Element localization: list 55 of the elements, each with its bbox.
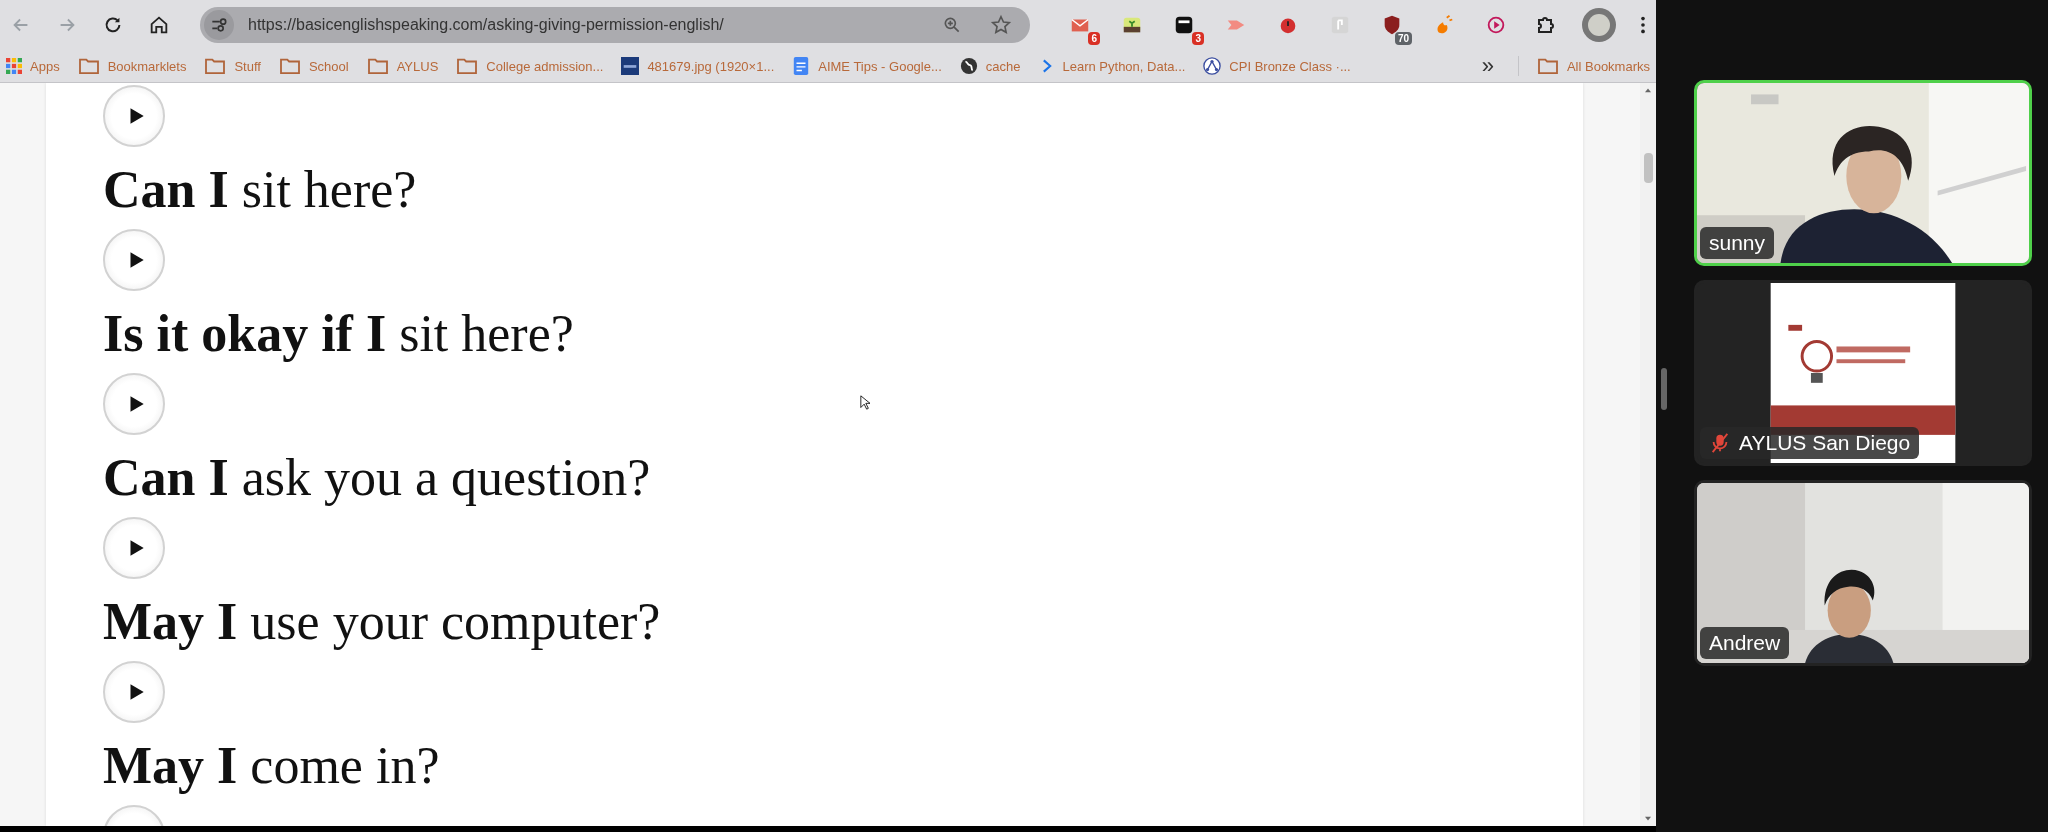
apps-grid-icon <box>6 58 22 74</box>
count-badge: 70 <box>1394 32 1412 45</box>
folder-icon <box>456 57 479 75</box>
example-sentence: Can I sit here? <box>103 160 417 220</box>
scroll-thumb[interactable] <box>1643 153 1653 183</box>
home-icon[interactable] <box>148 14 170 36</box>
globe-icon <box>959 57 978 75</box>
participant-name: Andrew <box>1709 631 1781 655</box>
zoom-icon[interactable] <box>942 15 962 35</box>
folder-icon <box>77 57 100 75</box>
bookmark-item[interactable]: Stuff <box>204 57 261 75</box>
extension-button[interactable]: 3 <box>1164 5 1204 45</box>
participant-name: AYLUS San Diego <box>1739 431 1911 455</box>
image-icon <box>621 57 640 75</box>
square-icon <box>1173 14 1195 36</box>
example-sentence: May I come in? <box>103 736 440 796</box>
cursor-icon <box>860 395 870 410</box>
bookmark-item[interactable]: Bookmarklets <box>77 57 187 75</box>
scrollbar[interactable] <box>1640 83 1656 826</box>
scroll-down-icon[interactable] <box>1644 816 1652 822</box>
address-bar[interactable]: https://basicenglishspeaking.com/asking-giving-permission-english/ <box>200 7 1030 43</box>
participant-name: sunny <box>1709 231 1766 255</box>
resize-handle[interactable] <box>1661 368 1667 410</box>
scroll-up-icon[interactable] <box>1644 87 1652 93</box>
count-badge: 6 <box>1088 32 1100 45</box>
example-sentence: Can I ask you a question? <box>103 448 651 508</box>
bookmark-item[interactable]: AYLUS <box>366 57 439 75</box>
star-icon[interactable] <box>990 14 1012 36</box>
bookmark-item[interactable]: Learn Python, Data... <box>1038 57 1186 75</box>
bookmark-item[interactable]: cache <box>959 57 1021 75</box>
folder-icon <box>204 57 227 75</box>
bookmark-item[interactable]: School <box>278 57 349 75</box>
all-bookmarks-item[interactable]: All Bookmarks <box>1536 57 1650 75</box>
network-icon <box>1203 57 1222 75</box>
bookmark-item[interactable]: College admission... <box>456 57 604 75</box>
bookmark-item[interactable]: 481679.jpg (1920×1... <box>621 57 775 75</box>
more-bookmarks-button[interactable]: » <box>1475 53 1500 79</box>
extension-button[interactable]: 70 <box>1372 5 1412 45</box>
tile-icon <box>1329 14 1351 36</box>
bookmark-item[interactable]: CPI Bronze Class ·... <box>1203 57 1351 75</box>
bookmark-item[interactable]: AIME Tips - Google... <box>792 57 942 75</box>
play-circle-icon <box>1485 14 1507 36</box>
document-icon <box>792 57 811 75</box>
menu-icon[interactable] <box>1640 14 1646 36</box>
extension-button[interactable]: 6 <box>1060 5 1100 45</box>
url-text: https://basicenglishspeaking.com/asking-giving-permission-english/ <box>248 16 724 34</box>
folder-icon <box>1536 57 1559 75</box>
site-settings-icon[interactable] <box>209 15 229 35</box>
example-sentence: May I use your computer? <box>103 592 661 652</box>
folder-icon <box>366 57 389 75</box>
profile-avatar[interactable] <box>1582 8 1616 42</box>
example-sentence: Is it okay if I sit here? <box>103 304 574 364</box>
bookmark-item[interactable]: Apps <box>6 58 60 74</box>
folder-icon <box>278 57 301 75</box>
count-badge: 3 <box>1192 32 1204 45</box>
